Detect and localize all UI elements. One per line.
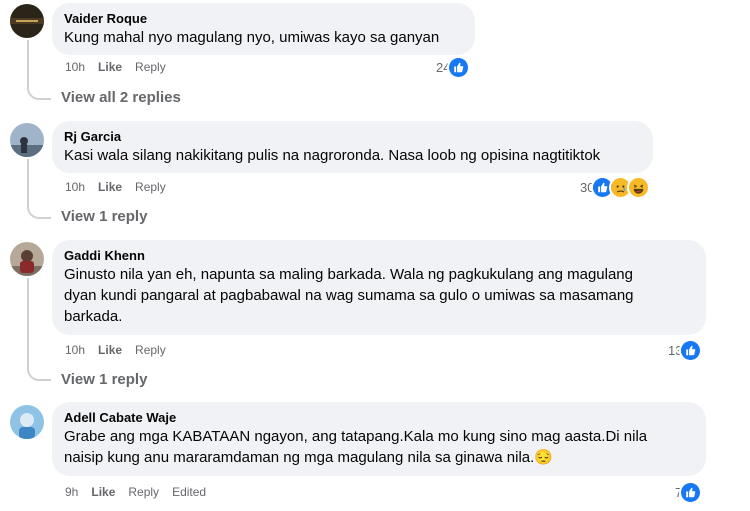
view-replies-link[interactable]: View 1 reply: [61, 371, 147, 388]
comment-bubble: Adell Cabate Waje Grabe ang mga KABATAAN…: [52, 402, 706, 476]
comment-author[interactable]: Vaider Roque: [64, 10, 463, 27]
avatar[interactable]: [10, 4, 44, 38]
comment-actions: 10h Like Reply: [65, 59, 166, 75]
like-icon: [679, 481, 703, 504]
comment-author[interactable]: Gaddi Khenn: [64, 247, 694, 264]
like-button[interactable]: Like: [98, 180, 122, 194]
comment-time[interactable]: 10h: [65, 60, 85, 74]
thread-line: [27, 278, 29, 369]
like-icon: [679, 339, 703, 362]
comment-text: Ginusto nila yan eh, napunta sa maling b…: [64, 266, 634, 325]
comment-bubble: Rj Garcia Kasi wala silang nakikitang pu…: [52, 121, 653, 173]
thread-line: [27, 159, 29, 207]
reply-button[interactable]: Reply: [128, 485, 159, 499]
edited-label[interactable]: Edited: [172, 485, 206, 499]
reaction-summary[interactable]: 7: [675, 481, 703, 504]
thread-connector: [27, 86, 51, 100]
view-replies-link[interactable]: View 1 reply: [61, 208, 147, 225]
comment-text: Kung mahal nyo magulang nyo, umiwas kayo…: [64, 29, 440, 46]
comment-author[interactable]: Adell Cabate Waje: [64, 409, 694, 426]
thread-line: [27, 40, 29, 88]
comment-time[interactable]: 10h: [65, 180, 85, 194]
avatar[interactable]: [10, 405, 44, 439]
like-button[interactable]: Like: [98, 343, 122, 357]
comment-bubble: Vaider Roque Kung mahal nyo magulang nyo…: [52, 3, 475, 55]
thread-connector: [27, 367, 51, 381]
avatar[interactable]: [10, 242, 44, 276]
like-button[interactable]: Like: [91, 485, 115, 499]
comment-text: Grabe ang mga KABATAAN ngayon, ang tatap…: [64, 428, 648, 466]
view-replies-link[interactable]: View all 2 replies: [61, 89, 181, 106]
comment-text: Kasi wala silang nakikitang pulis na nag…: [64, 147, 601, 164]
reaction-summary[interactable]: 30: [580, 176, 651, 199]
haha-icon: [627, 176, 651, 199]
like-icon: [447, 56, 471, 79]
reply-button[interactable]: Reply: [135, 60, 166, 74]
reaction-summary[interactable]: 24: [436, 56, 471, 79]
thread-connector: [27, 205, 51, 219]
comment-actions: 10h Like Reply: [65, 342, 166, 358]
comment-bubble: Gaddi Khenn Ginusto nila yan eh, napunta…: [52, 240, 706, 335]
comment-time[interactable]: 10h: [65, 343, 85, 357]
reaction-summary[interactable]: 13: [668, 339, 703, 362]
avatar[interactable]: [10, 123, 44, 157]
reply-button[interactable]: Reply: [135, 343, 166, 357]
comment-time[interactable]: 9h: [65, 485, 78, 499]
comment-author[interactable]: Rj Garcia: [64, 128, 641, 145]
reply-button[interactable]: Reply: [135, 180, 166, 194]
like-button[interactable]: Like: [98, 60, 122, 74]
comment-actions: 9h Like Reply Edited: [65, 484, 206, 500]
comment-actions: 10h Like Reply: [65, 179, 166, 195]
